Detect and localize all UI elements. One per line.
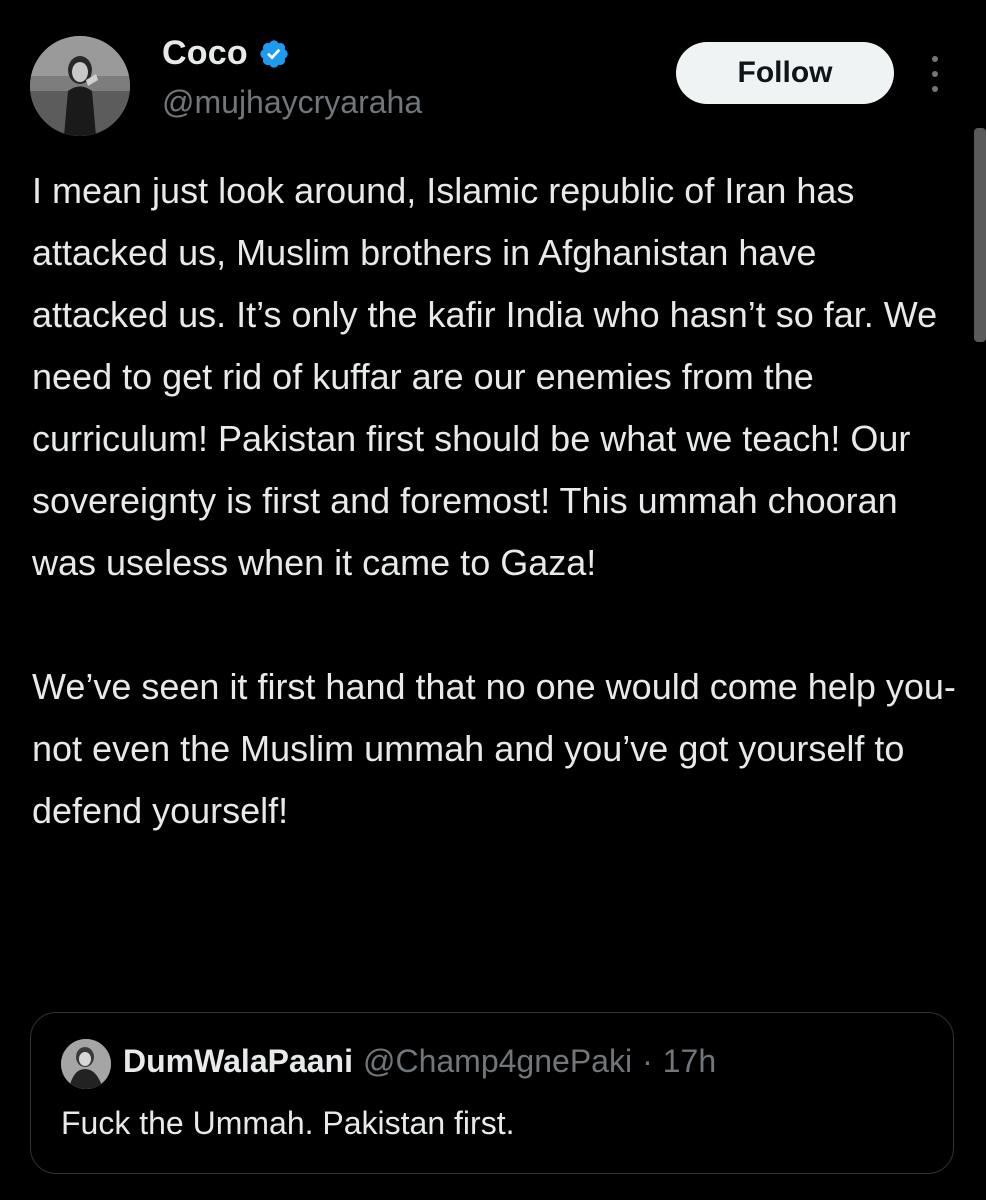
quoted-tweet[interactable]: DumWalaPaani @Champ4gnePaki · 17h Fuck t…: [30, 1012, 954, 1174]
avatar-photo-icon: [30, 36, 130, 136]
quoted-tweet-header: DumWalaPaani @Champ4gnePaki · 17h: [123, 1043, 716, 1080]
tweet-paragraph: We’ve seen it first hand that no one wou…: [32, 666, 956, 831]
author-avatar[interactable]: [30, 36, 130, 136]
quoted-handle[interactable]: @Champ4gnePaki: [363, 1043, 632, 1080]
quoted-timestamp[interactable]: 17h: [663, 1043, 716, 1080]
verified-badge-icon: [260, 39, 288, 68]
tweet-paragraph: I mean just look around, Islamic republi…: [32, 170, 938, 583]
author-handle[interactable]: @mujhaycryaraha: [162, 84, 422, 121]
more-dot: [932, 71, 938, 77]
author-name-row: Coco: [162, 34, 290, 73]
more-dot: [932, 86, 938, 92]
quoted-author-avatar[interactable]: [61, 1039, 111, 1089]
more-vertical-icon[interactable]: [920, 56, 950, 92]
separator-dot: ·: [642, 1043, 653, 1079]
more-dot: [932, 56, 938, 62]
tweet-text: I mean just look around, Islamic republi…: [32, 160, 957, 842]
quoted-display-name[interactable]: DumWalaPaani: [123, 1043, 353, 1080]
follow-button[interactable]: Follow: [676, 42, 894, 104]
author-display-name[interactable]: Coco: [162, 34, 248, 73]
quoted-avatar-photo-icon: [61, 1039, 111, 1089]
quoted-tweet-text: Fuck the Ummah. Pakistan first.: [61, 1105, 515, 1141]
scrollbar-thumb[interactable]: [974, 128, 986, 342]
tweet-card: Coco @mujhaycryaraha Follow I mean just …: [0, 0, 986, 1200]
